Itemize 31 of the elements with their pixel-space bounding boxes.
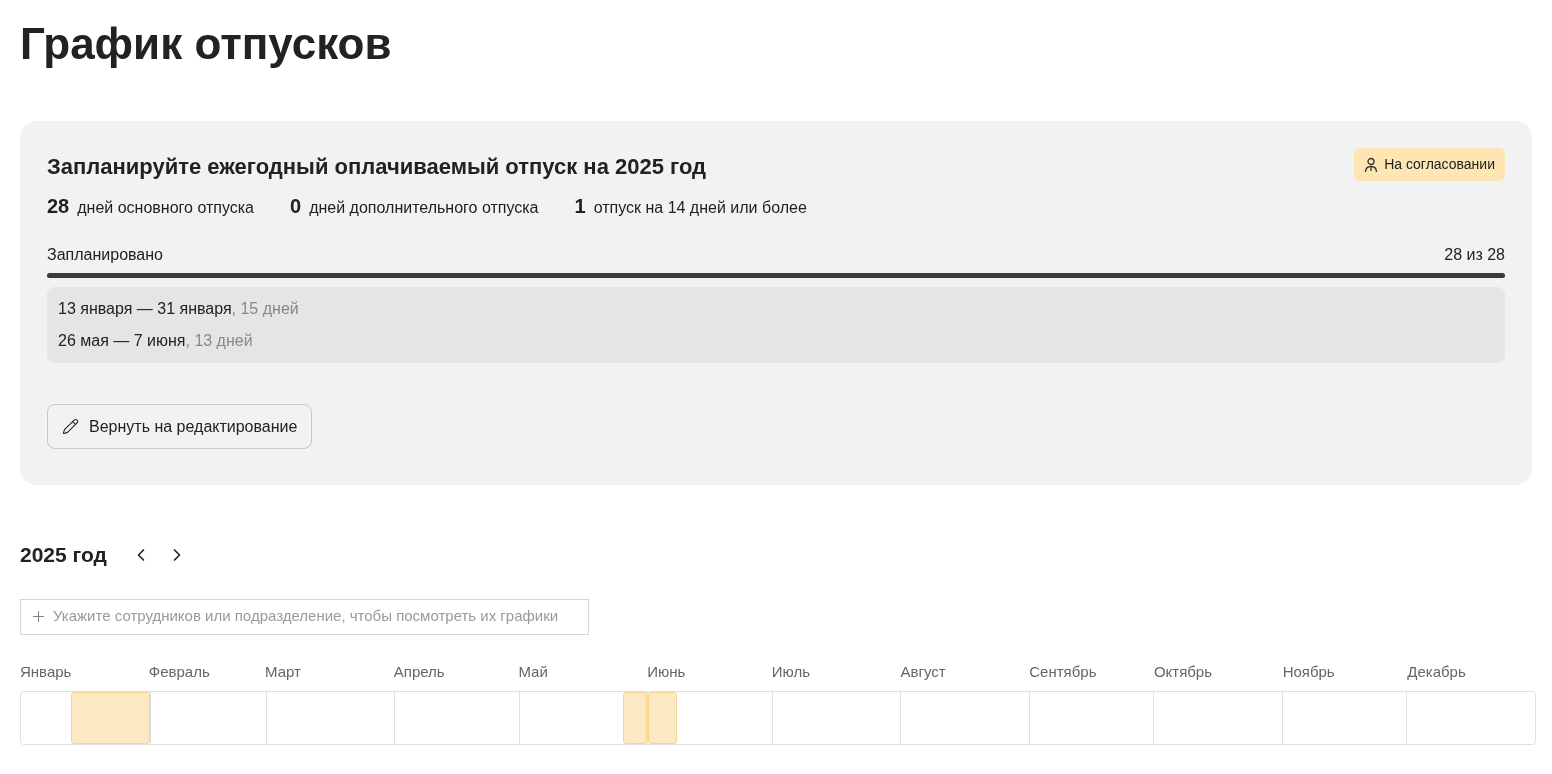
month-label: Июнь xyxy=(647,661,686,682)
month-label: Июль xyxy=(771,661,811,682)
month-label: Март xyxy=(265,661,301,682)
page-title: График отпусков xyxy=(20,18,393,70)
month-label: Декабрь xyxy=(1407,661,1466,682)
stat-label: отпуск на 14 дней или более xyxy=(593,198,807,218)
pencil-icon xyxy=(62,418,79,435)
stat-value: 28 xyxy=(47,194,70,219)
progress-reading: 28 из 28 xyxy=(1444,245,1505,265)
vacation-period: 26 мая — 7 июня, 13 дней xyxy=(58,331,254,351)
card-title: Запланируйте ежегодный оплачиваемый отпуск на 2025 год xyxy=(47,153,707,181)
month-label: Ноябрь xyxy=(1282,661,1335,682)
plus-icon xyxy=(30,608,47,625)
month-label: Август xyxy=(900,661,946,682)
month-label: Май xyxy=(518,661,548,682)
vacation-period: 13 января — 31 января, 15 дней xyxy=(58,299,300,319)
stat-value: 1 xyxy=(574,194,586,219)
month-label: Апрель xyxy=(393,661,445,682)
month-label: Февраль xyxy=(148,661,210,682)
person-icon xyxy=(1364,156,1379,173)
stat-label: дней основного отпуска xyxy=(77,198,254,218)
month-label: Январь xyxy=(20,661,72,682)
year-title: 2025 год xyxy=(20,542,107,568)
stat-label: дней дополнительного отпуска xyxy=(309,198,539,218)
month-label: Сентябрь xyxy=(1029,661,1097,682)
status-text: На согласовании xyxy=(1384,155,1495,174)
progress-label: Запланировано xyxy=(47,245,163,265)
month-label: Октябрь xyxy=(1153,661,1212,682)
employee-search-field[interactable]: Укажите сотрудников или подразделение, чтобы посмотреть их графики xyxy=(20,598,589,635)
stat-value: 0 xyxy=(290,194,302,219)
return-to-edit-button[interactable]: Вернуть на редактирование xyxy=(47,404,313,449)
